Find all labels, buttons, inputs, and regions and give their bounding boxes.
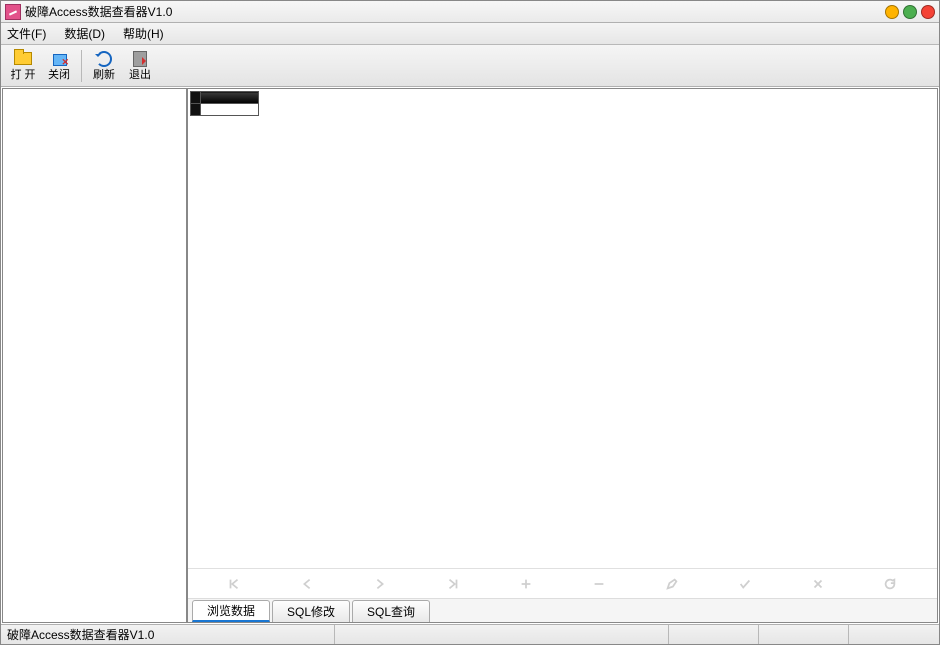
close-button[interactable]: 关闭 — [41, 48, 77, 84]
maximize-button[interactable] — [903, 5, 917, 19]
grid-row-header[interactable] — [191, 104, 201, 116]
status-bar: 破障Access数据查看器V1.0 — [1, 624, 939, 644]
record-navigator — [188, 568, 937, 598]
toolbar: 打 开 关闭 刷新 退出 — [1, 45, 939, 87]
grid-cell[interactable] — [201, 104, 259, 116]
menu-data[interactable]: 数据(D) — [64, 25, 105, 42]
nav-post-button[interactable] — [715, 574, 775, 594]
nav-last-button[interactable] — [423, 574, 483, 594]
close-label: 关闭 — [48, 68, 70, 82]
exit-button[interactable]: 退出 — [122, 48, 158, 84]
refresh-label: 刷新 — [93, 68, 115, 82]
exit-label: 退出 — [129, 68, 151, 82]
folder-open-icon — [13, 50, 33, 68]
status-pane-3 — [669, 625, 759, 644]
status-pane-5 — [849, 625, 939, 644]
app-icon — [5, 4, 21, 20]
refresh-button[interactable]: 刷新 — [86, 48, 122, 84]
grid-corner — [191, 92, 201, 104]
exit-icon — [130, 50, 150, 68]
minimize-button[interactable] — [885, 5, 899, 19]
nav-prev-button[interactable] — [277, 574, 337, 594]
window-title: 破障Access数据查看器V1.0 — [25, 3, 885, 20]
nav-refresh-button[interactable] — [860, 574, 920, 594]
window-controls — [885, 5, 935, 19]
bottom-tabs: 浏览数据 SQL修改 SQL查询 — [188, 598, 937, 622]
grid-column-header[interactable] — [201, 92, 259, 104]
refresh-icon — [94, 50, 114, 68]
nav-insert-button[interactable] — [496, 574, 556, 594]
table-list-panel[interactable] — [2, 88, 187, 623]
data-panel: 浏览数据 SQL修改 SQL查询 — [187, 88, 938, 623]
status-pane-4 — [759, 625, 849, 644]
toolbar-separator — [81, 50, 82, 82]
nav-next-button[interactable] — [350, 574, 410, 594]
nav-delete-button[interactable] — [569, 574, 629, 594]
tab-sql-query[interactable]: SQL查询 — [352, 600, 430, 622]
data-grid[interactable] — [190, 91, 259, 116]
nav-first-button[interactable] — [204, 574, 264, 594]
nav-cancel-button[interactable] — [788, 574, 848, 594]
title-bar: 破障Access数据查看器V1.0 — [1, 1, 939, 23]
status-text: 破障Access数据查看器V1.0 — [1, 625, 335, 644]
open-button[interactable]: 打 开 — [5, 48, 41, 84]
main-area: 浏览数据 SQL修改 SQL查询 — [1, 87, 939, 624]
close-window-button[interactable] — [921, 5, 935, 19]
data-grid-area[interactable] — [188, 89, 937, 568]
status-pane-2 — [335, 625, 669, 644]
menu-bar: 文件(F) 数据(D) 帮助(H) — [1, 23, 939, 45]
close-file-icon — [49, 50, 69, 68]
menu-help[interactable]: 帮助(H) — [123, 25, 164, 42]
tab-browse-data[interactable]: 浏览数据 — [192, 600, 270, 622]
tab-sql-modify[interactable]: SQL修改 — [272, 600, 350, 622]
nav-edit-button[interactable] — [642, 574, 702, 594]
open-label: 打 开 — [10, 68, 35, 82]
menu-file[interactable]: 文件(F) — [7, 25, 46, 42]
